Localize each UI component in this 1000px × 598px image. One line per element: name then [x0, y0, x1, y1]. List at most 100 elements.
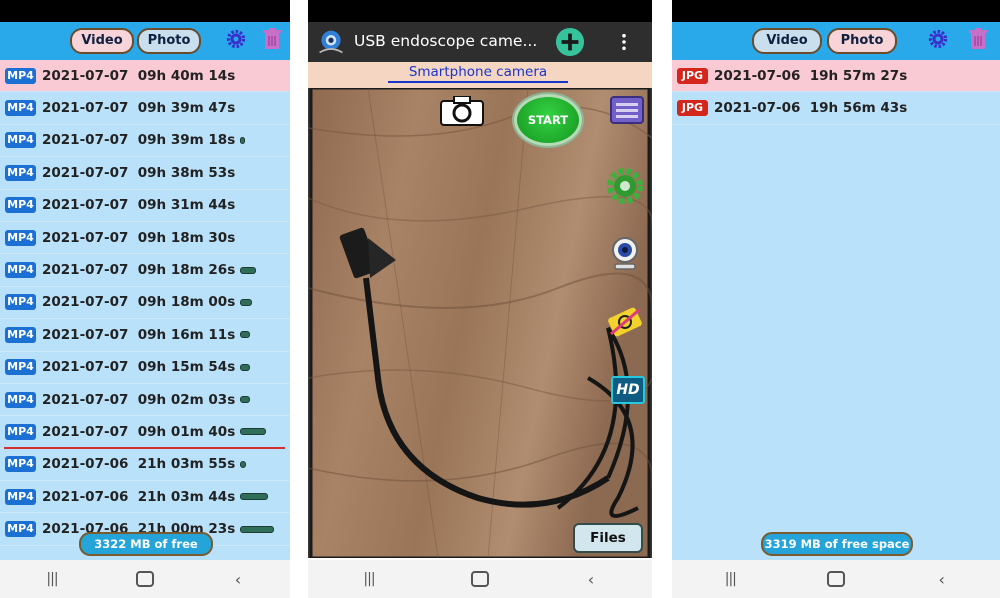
free-space-indicator: 3322 MB of free space	[79, 532, 213, 571]
file-timestamp: 2021-07-07 09h 01m 40s	[42, 423, 236, 440]
trash-icon[interactable]	[262, 28, 282, 50]
app-title: USB endoscope came...	[354, 32, 538, 50]
file-type-badge: MP4	[5, 197, 36, 214]
back-button[interactable]: ‹	[218, 570, 258, 589]
list-item[interactable]: MP4 2021-07-07 09h 16m 11s	[0, 319, 290, 352]
camera-icon[interactable]	[440, 96, 484, 126]
file-timestamp: 2021-07-07 09h 18m 26s	[42, 262, 236, 279]
plus-icon[interactable]	[555, 27, 585, 57]
camera-source-tab-bar: Smartphone camera	[308, 62, 652, 88]
status-bar	[308, 0, 652, 22]
file-timestamp: 2021-07-06 19h 57m 27s	[714, 67, 908, 84]
file-timestamp: 2021-07-06 21h 03m 55s	[42, 456, 236, 473]
home-button[interactable]	[136, 571, 154, 587]
list-item[interactable]: MP4 2021-07-06 21h 03m 44s	[0, 481, 290, 514]
file-timestamp: 2021-07-06 21h 03m 44s	[42, 488, 236, 505]
list-item[interactable]: MP4 2021-07-07 09h 02m 03s	[0, 384, 290, 417]
list-item[interactable]: MP4 2021-07-07 09h 15m 54s	[0, 352, 290, 384]
file-type-badge: MP4	[5, 262, 36, 279]
list-item[interactable]: MP4 2021-07-07 09h 18m 26s	[0, 254, 290, 287]
file-timestamp: 2021-07-07 09h 18m 00s	[42, 294, 236, 311]
top-toolbar: Video Photo	[0, 22, 290, 60]
file-type-badge: MP4	[5, 164, 36, 181]
no-rotate-icon[interactable]	[607, 304, 643, 340]
duration-bar	[240, 396, 251, 404]
home-button[interactable]	[471, 571, 489, 587]
duration-bar	[240, 331, 251, 339]
recent-apps-button[interactable]: |||	[349, 571, 389, 587]
trash-icon[interactable]	[968, 28, 988, 50]
settings-gear-icon[interactable]	[607, 168, 643, 204]
file-timestamp: 2021-07-07 09h 39m 47s	[42, 100, 236, 117]
file-type-badge: MP4	[5, 229, 36, 246]
file-type-badge: JPG	[677, 100, 708, 117]
file-timestamp: 2021-07-06 19h 56m 43s	[714, 100, 908, 117]
list-item[interactable]: MP4 2021-07-07 09h 40m 14s	[0, 60, 290, 93]
list-item[interactable]: MP4 2021-07-07 09h 18m 00s	[0, 287, 290, 320]
hd-icon[interactable]: HD	[611, 376, 645, 404]
file-timestamp: 2021-07-07 09h 15m 54s	[42, 359, 236, 376]
file-type-badge: MP4	[5, 294, 36, 311]
app-toolbar: USB endoscope came...	[308, 22, 652, 62]
file-type-badge: MP4	[5, 456, 36, 473]
camera-preview[interactable]: START HD Files	[308, 88, 652, 558]
list-item[interactable]: MP4 2021-07-07 09h 18m 30s	[0, 222, 290, 255]
duration-bar	[240, 525, 275, 533]
list-item[interactable]: JPG 2021-07-06 19h 56m 43s	[672, 92, 1000, 125]
left-phone-screen: Video Photo MP4 2021-07-07 09h 40m 14s MP4…	[0, 0, 290, 598]
list-item[interactable]: MP4 2021-07-07 09h 01m 40s	[0, 416, 290, 449]
free-space-indicator: 3319 MB of free space	[761, 532, 913, 556]
start-recording-button[interactable]: START	[514, 94, 582, 146]
gallery-icon[interactable]	[610, 96, 644, 124]
recent-apps-button[interactable]: |||	[710, 571, 750, 587]
home-button[interactable]	[826, 571, 845, 587]
webcam-icon[interactable]	[607, 236, 643, 272]
photo-file-list: JPG 2021-07-06 19h 57m 27s JPG 2021-07-06 1…	[672, 60, 1000, 560]
gear-icon[interactable]	[226, 29, 246, 49]
list-item[interactable]: MP4 2021-07-07 09h 31m 44s	[0, 190, 290, 222]
back-button[interactable]: ‹	[571, 570, 611, 589]
file-type-badge: MP4	[5, 521, 36, 538]
file-timestamp: 2021-07-07 09h 16m 11s	[42, 326, 236, 343]
file-timestamp: 2021-07-07 09h 31m 44s	[42, 197, 236, 214]
recent-apps-button[interactable]: |||	[32, 571, 72, 587]
file-timestamp: 2021-07-07 09h 02m 03s	[42, 391, 236, 408]
file-type-badge: MP4	[5, 423, 36, 440]
file-timestamp: 2021-07-07 09h 40m 14s	[42, 67, 236, 84]
list-item[interactable]: JPG 2021-07-06 19h 57m 27s	[672, 60, 1000, 93]
date-divider	[4, 447, 285, 449]
top-toolbar: Video Photo	[672, 22, 1000, 60]
duration-bar	[240, 298, 253, 306]
file-timestamp: 2021-07-07 09h 39m 18s	[42, 132, 236, 149]
list-item[interactable]: MP4 2021-07-07 09h 39m 18s	[0, 125, 290, 158]
file-timestamp: 2021-07-07 09h 38m 53s	[42, 164, 236, 181]
app-logo-icon	[319, 30, 343, 54]
back-button[interactable]: ‹	[922, 570, 962, 589]
overflow-menu-icon[interactable]	[621, 33, 627, 51]
android-nav-bar: ||| ‹	[0, 560, 290, 598]
tab-smartphone-camera[interactable]: Smartphone camera	[388, 64, 568, 83]
duration-bar	[240, 363, 251, 371]
file-timestamp: 2021-07-07 09h 18m 30s	[42, 229, 236, 246]
file-type-badge: MP4	[5, 391, 36, 408]
files-button[interactable]: Files	[573, 523, 643, 553]
status-bar	[0, 0, 290, 22]
video-tab-button[interactable]: Video	[752, 28, 822, 54]
duration-bar	[240, 266, 257, 274]
wooden-floor-preview-image	[308, 88, 652, 558]
gear-icon[interactable]	[928, 29, 948, 49]
right-phone-screen: Video Photo JPG 2021-07-06 19h 57m 27s JPG…	[672, 0, 1000, 598]
duration-bar	[240, 493, 269, 501]
photo-tab-button[interactable]: Photo	[137, 28, 201, 54]
list-item[interactable]: MP4 2021-07-06 21h 03m 55s	[0, 449, 290, 482]
list-item[interactable]: MP4 2021-07-07 09h 39m 47s	[0, 92, 290, 125]
video-tab-button[interactable]: Video	[70, 28, 134, 54]
file-type-badge: MP4	[5, 359, 36, 376]
file-type-badge: MP4	[5, 132, 36, 149]
list-item[interactable]: MP4 2021-07-07 09h 38m 53s	[0, 157, 290, 190]
file-type-badge: MP4	[5, 326, 36, 343]
camera-phone-screen: USB endoscope came... Smartphone camera	[308, 0, 652, 598]
duration-bar	[240, 136, 246, 144]
photo-tab-button[interactable]: Photo	[827, 28, 897, 54]
file-type-badge: JPG	[677, 67, 708, 84]
